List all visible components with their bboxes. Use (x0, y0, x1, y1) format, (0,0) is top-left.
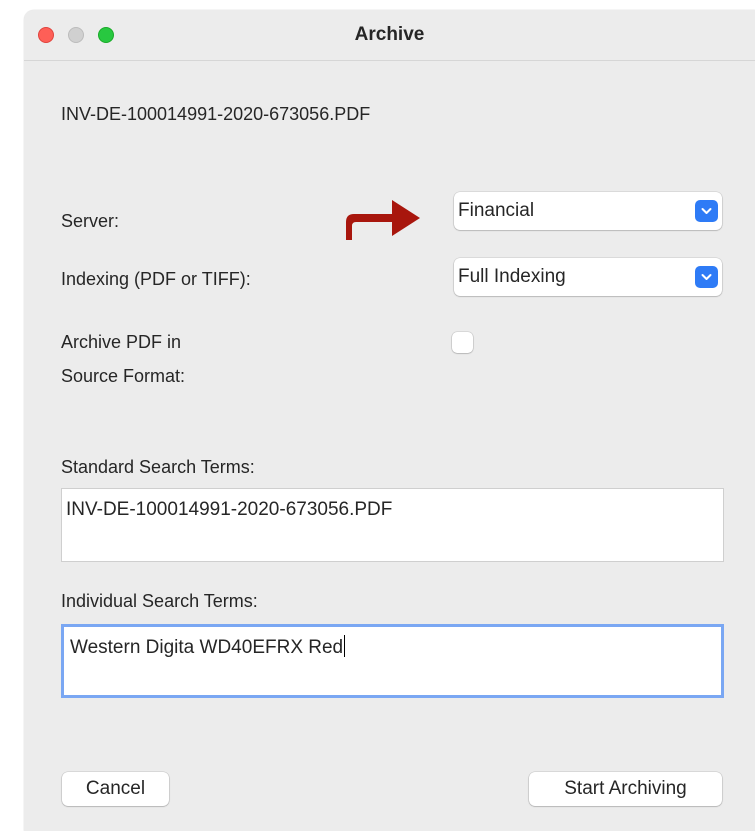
server-popup[interactable]: Financial (454, 192, 722, 230)
window-title: Archive (354, 24, 425, 45)
individual-search-terms-label: Individual Search Terms: (61, 591, 258, 611)
archive-dialog: Archive INV-DE-100014991-2020-673056.PDF… (24, 10, 755, 831)
individual-search-terms-field[interactable]: Western Digita WD40EFRX Red (61, 624, 724, 698)
server-popup-value: Financial (458, 200, 535, 221)
standard-search-terms-label: Standard Search Terms: (61, 457, 255, 477)
standard-search-terms-field[interactable]: INV-DE-100014991-2020-673056.PDF (61, 488, 724, 562)
individual-search-terms-value: Western Digita WD40EFRX Red (70, 637, 344, 658)
indexing-popup-value: Full Indexing (458, 266, 566, 287)
indexing-popup[interactable]: Full Indexing (454, 258, 722, 296)
start-archiving-button[interactable]: Start Archiving (529, 772, 722, 806)
indexing-label: Indexing (PDF or TIFF): (61, 269, 251, 289)
server-label: Server: (61, 211, 120, 231)
archive-pdf-label-line2: Source Format: (61, 366, 186, 386)
title-bar: Archive (24, 10, 755, 61)
annotation-arrow-icon (346, 200, 420, 240)
archive-pdf-checkbox[interactable] (452, 332, 473, 353)
chevron-down-icon[interactable] (695, 266, 718, 288)
file-name: INV-DE-100014991-2020-673056.PDF (61, 104, 371, 124)
text-caret (344, 635, 346, 657)
standard-search-terms-value: INV-DE-100014991-2020-673056.PDF (66, 499, 393, 520)
chevron-down-icon[interactable] (695, 200, 718, 222)
archive-pdf-label-line1: Archive PDF in (61, 332, 182, 352)
cancel-button[interactable]: Cancel (62, 772, 169, 806)
